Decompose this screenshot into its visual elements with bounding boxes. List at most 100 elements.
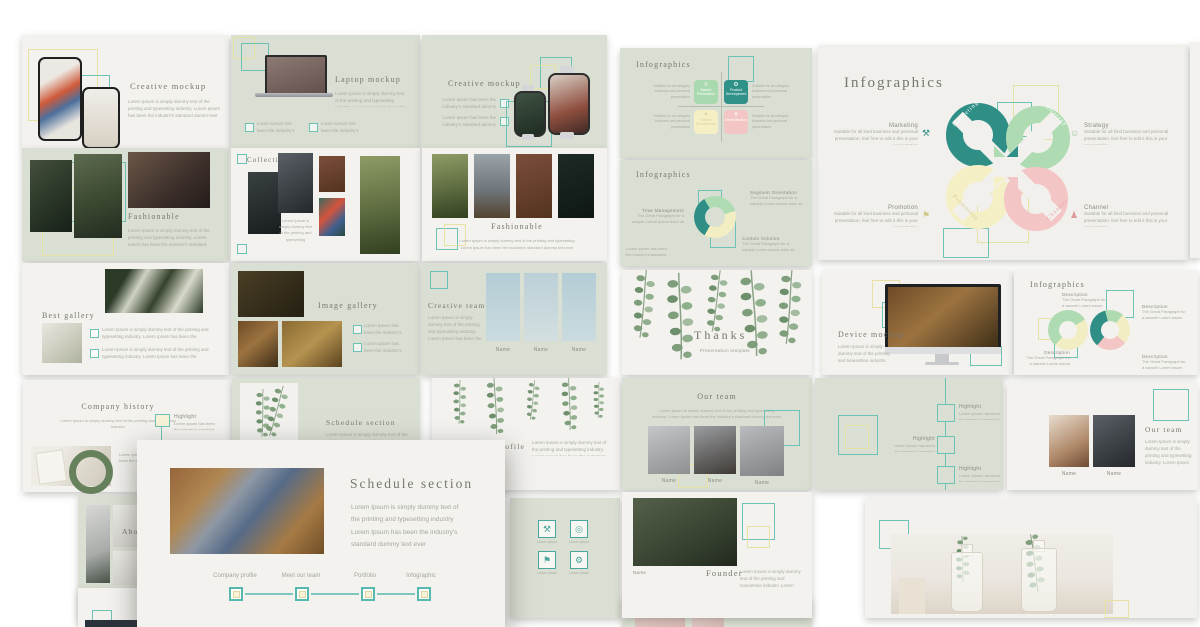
footnote: Lorem Ipsum has been the industry's stan… <box>626 246 668 258</box>
decor-square <box>237 244 247 254</box>
photo <box>105 269 203 313</box>
matrix-box-label: Diversification <box>724 118 748 122</box>
body-line: Lorem Ipsum is simply dummy text of <box>351 502 476 514</box>
photo <box>648 426 690 474</box>
bullet-text: Lorem Ipsum is simply dummy text of the … <box>102 347 214 359</box>
icon-label: Lorem Ipsum has been the industry's stan… <box>566 540 592 545</box>
donut-label-body: The Great Paragraph for a sample Lorem i… <box>624 213 684 225</box>
wreath <box>69 450 113 494</box>
photo-caption: Name <box>524 347 558 353</box>
slide-title: Our team <box>682 392 752 401</box>
matrix-note: Suitable for all category business and p… <box>652 84 690 100</box>
photo <box>42 323 82 363</box>
watch-mockup <box>514 91 546 137</box>
photo-caption: Name <box>740 480 784 486</box>
slide-our-team-2: Name Name Our team Lorem Ipsum is simply… <box>1007 383 1198 490</box>
slide-title: Schedule section <box>350 476 473 492</box>
milestone-node <box>361 587 375 601</box>
photo-caption: Name <box>1093 471 1135 477</box>
bag-icon: ⚑ <box>538 551 556 569</box>
slide-body: Lorem Ipsum is simply dummy text of the … <box>652 408 782 419</box>
slide-infographics-infinity: Infographics Description The Great Parag… <box>1014 270 1198 375</box>
matrix-box-pink: ⚘ Diversification <box>724 110 748 134</box>
photo <box>1093 415 1135 467</box>
slide-bottles <box>865 498 1197 618</box>
slide-collection: Collection Lorem Ipsum is simply dummy t… <box>231 148 420 261</box>
slide-title: Creative mockup <box>130 81 206 91</box>
photo <box>319 156 345 192</box>
slide-infographics-cycle: Infographics Marketing Strategy Promotio… <box>818 45 1188 260</box>
cycle-item-body: Suitable for all kind business and perso… <box>826 211 918 227</box>
eucalyptus-branch <box>630 269 659 339</box>
photo-caption: Name <box>486 347 520 353</box>
decor-square <box>747 526 770 548</box>
eucalyptus-branch <box>450 380 470 424</box>
eucalyptus-branch <box>482 377 510 435</box>
slide-title: Fashionable <box>477 222 557 231</box>
photo <box>694 426 736 474</box>
icon-label: Lorem Ipsum has been the industry's stan… <box>534 571 560 576</box>
slide-title: Infographics <box>636 170 691 179</box>
photo <box>86 505 110 583</box>
slide-body: Lorem Ipsum is simply dummy text of the … <box>128 228 213 246</box>
watch-strap <box>522 134 534 140</box>
bottle <box>1021 548 1057 612</box>
checkbox-icon <box>309 123 318 132</box>
slide-icons: ⚒ Lorem Ipsum has been the industry's st… <box>510 498 620 618</box>
slide-title: Thanks <box>694 328 747 343</box>
body-line: the printing and typesetting industry <box>351 514 476 526</box>
infinity-label: Description The Great Paragraph for a sa… <box>1026 350 1070 365</box>
photo <box>170 468 324 554</box>
cycle-item-body: Suitable for all kind business and perso… <box>826 129 918 145</box>
photo-caption: Name <box>1049 471 1089 477</box>
matrix-box-yellow: ✦ Market Development <box>694 110 718 134</box>
cycle-item-body: Suitable for all kind business and perso… <box>1084 211 1179 227</box>
photo <box>1049 415 1089 467</box>
donut-label-body: The Great Paragraph for a sample Lorem i… <box>750 195 806 207</box>
milestone-node <box>295 587 309 601</box>
slide-founder: Name Founder Lorem Ipsum is simply dummy… <box>622 492 812 618</box>
bullet-text: Lorem Ipsum has been the industry's stan… <box>364 323 410 334</box>
milestone-connector <box>311 593 359 595</box>
milestone-node <box>229 587 243 601</box>
milestone-node-inner <box>421 591 428 598</box>
cycle-item-strategy: Strategy Suitable for all kind business … <box>1084 123 1179 145</box>
decor-square <box>237 154 247 164</box>
milestone-node <box>417 587 431 601</box>
imac-screen <box>885 284 1001 350</box>
slide-body: Lorem Ipsum is simply dummy text of the … <box>428 315 482 343</box>
checkbox-icon <box>245 123 254 132</box>
icon-label: Lorem Ipsum has been the industry's stan… <box>534 540 560 545</box>
imac-base <box>925 362 959 365</box>
infinity-hole <box>1101 321 1119 339</box>
milestone-node-inner <box>233 591 240 598</box>
bag-icon: ⚑ <box>922 211 930 220</box>
body-line: Lorem Ipsum has been the industry's <box>351 527 476 539</box>
highlight-label: Highlight <box>891 436 935 442</box>
slide-title: Schedule section <box>326 418 396 427</box>
slide-image-gallery: Image gallery Lorem Ipsum has been the i… <box>231 263 420 375</box>
laptop-screen <box>265 55 327 95</box>
photo <box>524 273 558 341</box>
photo <box>278 153 313 213</box>
imac-chin <box>885 347 1001 354</box>
photo <box>319 198 345 236</box>
milestone-label: Infographic <box>393 573 449 579</box>
eucalyptus-branch <box>590 382 608 418</box>
photo <box>31 446 111 486</box>
slide-title: Creative mockup <box>448 79 521 88</box>
slide-right-sliver <box>1190 42 1200 258</box>
slide-title: Best gallery <box>42 311 95 320</box>
decor-square <box>728 56 754 82</box>
slide-creative-mockup-phones: Creative mockup Lorem Ipsum is simply du… <box>22 35 229 148</box>
slide-fashionable-1: Fashionable Lorem Ipsum is simply dummy … <box>22 148 229 261</box>
gear-icon: ⚙ <box>570 551 588 569</box>
donut-hole <box>705 207 725 227</box>
photo <box>360 156 400 254</box>
photo <box>891 534 1113 614</box>
photo <box>516 154 552 218</box>
donut-label-body: The Great Paragraph for a sample Lorem i… <box>742 241 802 253</box>
decor-square <box>430 271 448 289</box>
laptop-base <box>255 93 333 97</box>
highlight-body: Lorem Ipsum has been the industry's stan… <box>174 421 220 430</box>
